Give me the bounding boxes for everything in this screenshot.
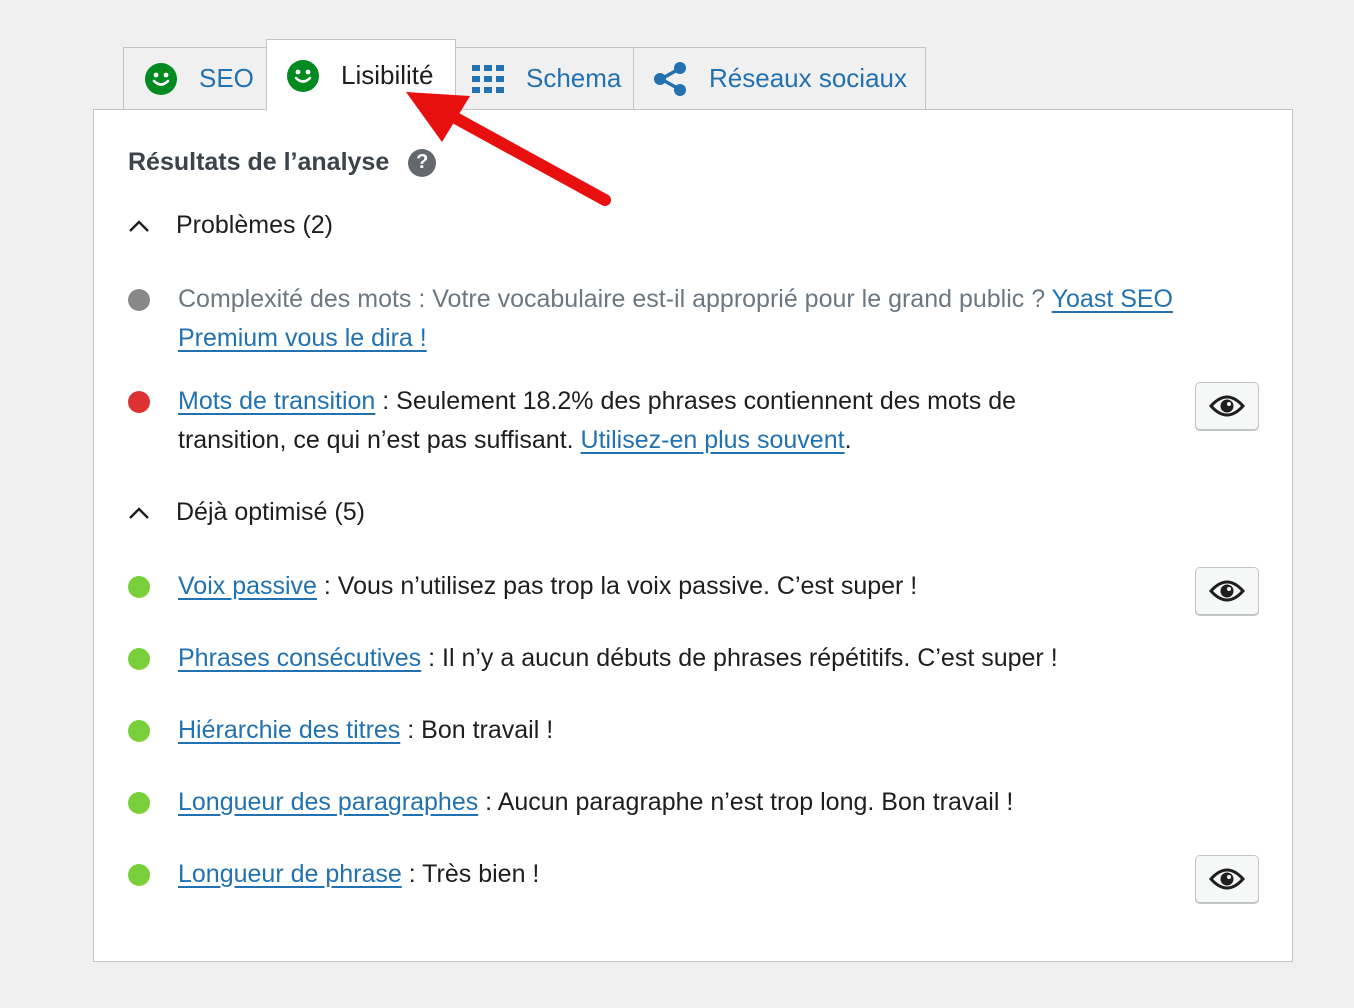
item-link[interactable]: Longueur des paragraphes (178, 788, 478, 816)
item-text-end: . (844, 426, 852, 454)
list-item: Longueur des paragraphes : Aucun paragra… (128, 783, 1178, 822)
item-link[interactable]: Phrases consécutives (178, 644, 421, 672)
item-link[interactable]: Mots de transition (178, 387, 375, 415)
item-text: : Il n’y a aucun débuts de phrases répét… (421, 644, 1058, 672)
smiley-icon (287, 60, 319, 92)
problems-title: Problèmes (2) (176, 211, 333, 239)
status-dot-grey (128, 289, 150, 311)
share-icon (653, 61, 687, 96)
tab-label: SEO (199, 63, 254, 93)
tab-label: Schema (526, 63, 622, 93)
status-dot-green (128, 792, 150, 814)
list-item: Phrases consécutives : Il n’y a aucun dé… (128, 639, 1178, 678)
eye-button[interactable] (1195, 855, 1259, 903)
tab-reseaux-sociaux[interactable]: Réseaux sociaux (633, 47, 926, 109)
status-dot-green (128, 864, 150, 886)
list-item: Voix passive : Vous n’utilisez pas trop … (128, 567, 1178, 606)
help-icon[interactable]: ? (408, 148, 437, 177)
optimized-title: Déjà optimisé (5) (176, 498, 365, 526)
eye-button[interactable] (1195, 382, 1259, 430)
analysis-title: Résultats de l’analyse (128, 148, 390, 176)
tab-label: Lisibilité (341, 60, 434, 90)
status-dot-red (128, 391, 150, 413)
optimized-toggle[interactable]: Déjà optimisé (5) (128, 498, 365, 527)
item-link[interactable]: Hiérarchie des titres (178, 716, 400, 744)
item-text: : Très bien ! (401, 860, 540, 888)
analysis-panel: Résultats de l’analyse ? Problèmes (2) C… (93, 109, 1293, 962)
eye-button[interactable] (1195, 567, 1259, 615)
item-text: : Aucun paragraphe n’est trop long. Bon … (478, 788, 1014, 816)
chevron-up-icon (129, 219, 149, 232)
status-dot-green (128, 576, 150, 598)
status-dot-green (128, 648, 150, 670)
item-link[interactable]: Voix passive (178, 572, 317, 600)
eye-icon (1209, 580, 1245, 602)
eye-icon (1209, 395, 1245, 417)
tab-seo[interactable]: SEO (123, 47, 268, 109)
eye-icon (1209, 868, 1245, 890)
analysis-heading: Résultats de l’analyse ? (128, 148, 437, 177)
list-item: Hiérarchie des titres : Bon travail ! (128, 711, 1178, 750)
item-link[interactable]: Longueur de phrase (178, 860, 402, 888)
item-text: : Vous n’utilisez pas trop la voix passi… (316, 572, 918, 600)
tab-label: Réseaux sociaux (709, 63, 907, 93)
list-item: Complexité des mots : Votre vocabulaire … (128, 280, 1178, 358)
grid-icon (472, 64, 504, 93)
item-text: : Bon travail ! (400, 716, 554, 744)
tab-lisibilite[interactable]: Lisibilité (266, 39, 456, 111)
list-item: Longueur de phrase : Très bien ! (128, 855, 1178, 894)
chevron-up-icon (129, 506, 149, 519)
status-dot-green (128, 720, 150, 742)
tab-schema[interactable]: Schema (454, 47, 635, 109)
list-item: Mots de transition : Seulement 18.2% des… (128, 382, 1178, 460)
item-link-secondary[interactable]: Utilisez-en plus souvent (581, 426, 845, 454)
smiley-icon (145, 62, 177, 95)
item-text: Complexité des mots : Votre vocabulaire … (178, 285, 1052, 313)
problems-toggle[interactable]: Problèmes (2) (128, 211, 333, 240)
